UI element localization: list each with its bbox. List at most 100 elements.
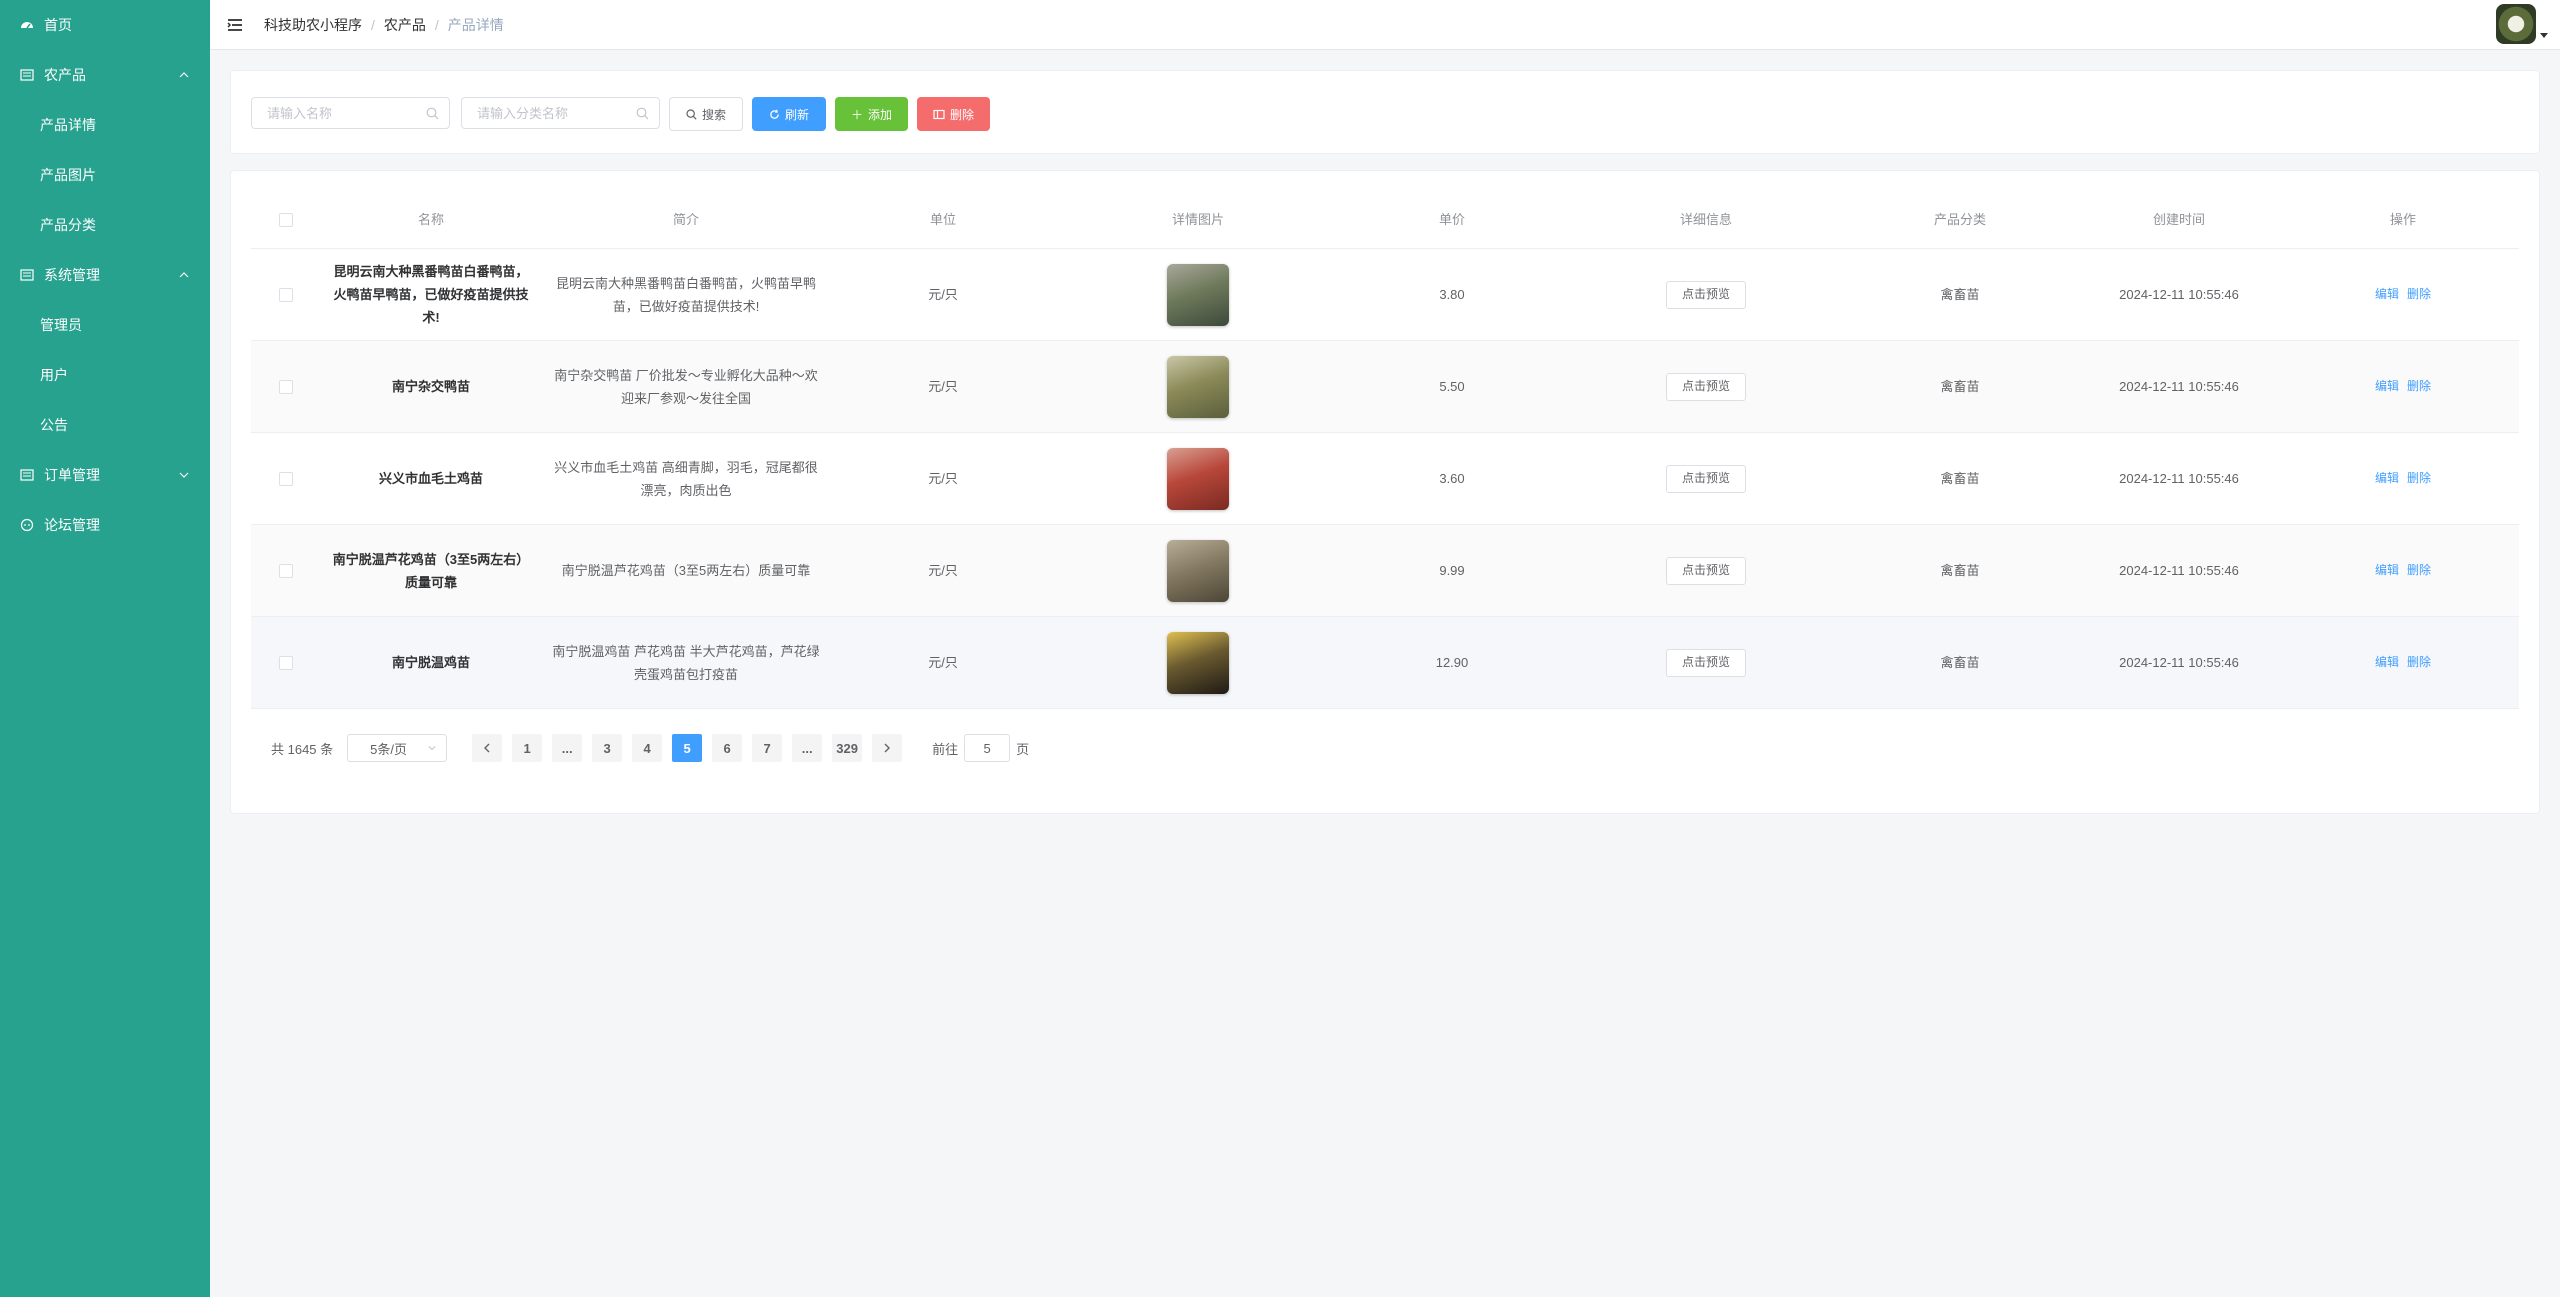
name-search-input[interactable] [252,98,417,128]
add-button[interactable]: ＋ 添加 [835,97,908,131]
sidebar-item-label: 论坛管理 [44,517,100,533]
delete-link[interactable]: 删除 [2407,283,2431,306]
table-row[interactable]: 昆明云南大种黑番鸭苗白番鸭苗，火鸭苗早鸭苗，已做好疫苗提供技术! 昆明云南大种黑… [251,249,2519,341]
breadcrumb-current: 产品详情 [447,16,504,33]
sidebar-item-agri-products[interactable]: 农产品 [0,50,210,100]
search-icon [686,108,697,120]
product-price: 5.50 [1439,379,1465,394]
detail-cell: 点击预览 [1563,648,1849,677]
product-unit: 元/只 [928,379,958,394]
page-button[interactable]: 6 [712,734,743,762]
sidebar-item-system-management[interactable]: 系统管理 [0,250,210,300]
list-icon [20,68,34,82]
table-row[interactable]: 兴义市血毛土鸡苗 兴义市血毛土鸡苗 高细青脚，羽毛，冠尾都很漂亮，肉质出色 元/… [251,433,2519,525]
edit-link[interactable]: 编辑 [2375,283,2399,306]
breadcrumb-separator: / [371,16,375,33]
breadcrumb-item[interactable]: 科技助农小程序 [264,15,362,35]
chevron-left-icon [484,743,490,753]
product-category: 禽畜苗 [1940,287,1980,302]
table-row[interactable]: 南宁脱温芦花鸡苗（3至5两左右）质量可靠 南宁脱温芦花鸡苗（3至5两左右）质量可… [251,525,2519,617]
edit-link[interactable]: 编辑 [2375,651,2399,674]
product-thumbnail[interactable] [1167,263,1229,326]
category-search-field[interactable] [461,97,660,129]
delete-link[interactable]: 删除 [2407,559,2431,582]
sidebar-item-order-management[interactable]: 订单管理 [0,450,210,500]
search-button[interactable]: 搜索 [669,97,743,131]
delete-link[interactable]: 删除 [2407,375,2431,398]
select-all-checkbox[interactable] [279,212,293,227]
preview-button[interactable]: 点击预览 [1665,556,1746,585]
page-ellipsis[interactable]: ... [792,734,823,762]
name-search-field[interactable] [251,97,450,129]
hamburger-icon[interactable] [226,16,244,34]
sidebar-item-product-details[interactable]: 产品详情 [0,100,210,150]
row-checkbox[interactable] [279,655,293,670]
sidebar-item-users[interactable]: 用户 [0,350,210,400]
product-intro: 兴义市血毛土鸡苗 高细青脚，羽毛，冠尾都很漂亮，肉质出色 [554,459,818,498]
sidebar-item-label: 订单管理 [44,467,100,483]
sidebar-item-product-categories[interactable]: 产品分类 [0,200,210,250]
delete-link[interactable]: 删除 [2407,467,2431,490]
preview-button[interactable]: 点击预览 [1665,648,1746,677]
page-button[interactable]: 4 [632,734,663,762]
delete-link[interactable]: 删除 [2407,651,2431,674]
created-time: 2024-12-11 10:55:46 [2119,563,2239,578]
product-thumbnail[interactable] [1167,539,1229,602]
page-size-select[interactable]: 5条/页 [347,734,448,762]
product-thumbnail[interactable] [1167,447,1229,510]
table-row[interactable]: 南宁脱温鸡苗 南宁脱温鸡苗 芦花鸡苗 半大芦花鸡苗，芦花绿壳蛋鸡苗包打疫苗 元/… [251,617,2519,709]
product-unit: 元/只 [928,471,958,486]
preview-button[interactable]: 点击预览 [1665,372,1746,401]
product-thumbnail[interactable] [1167,631,1229,694]
add-button-label: 添加 [868,107,893,122]
detail-cell: 点击预览 [1563,372,1849,401]
sidebar-item-announcements[interactable]: 公告 [0,400,210,450]
page-button[interactable]: 329 [832,734,863,762]
page-button[interactable]: 7 [752,734,783,762]
page-button[interactable]: 1 [512,734,543,762]
refresh-button[interactable]: 刷新 [752,97,826,131]
page-jumper: 前往 页 [932,734,1029,762]
next-page-button[interactable] [872,734,903,762]
dashboard-icon [20,18,34,32]
row-checkbox[interactable] [279,563,293,578]
category-search-input[interactable] [462,98,627,128]
preview-button[interactable]: 点击预览 [1665,280,1746,309]
product-intro: 昆明云南大种黑番鸭苗白番鸭苗，火鸭苗早鸭苗，已做好疫苗提供技术! [555,275,816,314]
table-row[interactable]: 南宁杂交鸭苗 南宁杂交鸭苗 厂价批发～专业孵化大品种～欢迎来厂参观～发往全国 元… [251,341,2519,433]
breadcrumb-item[interactable]: 农产品 [384,15,426,35]
edit-link[interactable]: 编辑 [2375,559,2399,582]
goto-page-input[interactable] [964,734,1011,762]
product-intro: 南宁脱温鸡苗 芦花鸡苗 半大芦花鸡苗，芦花绿壳蛋鸡苗包打疫苗 [552,643,820,682]
detail-cell: 点击预览 [1563,556,1849,585]
row-checkbox-cell [251,287,321,302]
sidebar-item-forum-management[interactable]: 论坛管理 [0,500,210,550]
created-time: 2024-12-11 10:55:46 [2119,379,2239,394]
sidebar-item-product-images[interactable]: 产品图片 [0,150,210,200]
pagination: 共 1645 条 5条/页 1 ... 3 4 5 6 7 ... 329 前往… [271,734,1029,762]
edit-link[interactable]: 编辑 [2375,375,2399,398]
edit-link[interactable]: 编辑 [2375,467,2399,490]
header-checkbox-cell [251,212,321,227]
row-checkbox[interactable] [279,287,293,302]
prev-page-button[interactable] [472,734,503,762]
sidebar-item-admins[interactable]: 管理员 [0,300,210,350]
page-ellipsis[interactable]: ... [552,734,583,762]
delete-button[interactable]: 删除 [917,97,990,131]
row-checkbox[interactable] [279,471,293,486]
page-button[interactable]: 3 [592,734,623,762]
search-button-label: 搜索 [701,107,726,122]
avatar[interactable] [2496,4,2536,44]
row-checkbox[interactable] [279,379,293,394]
user-menu[interactable] [2496,4,2548,44]
sidebar-item-home[interactable]: 首页 [0,0,210,50]
column-header: 产品分类 [1933,212,1986,227]
page-button-current[interactable]: 5 [672,734,703,762]
row-checkbox-cell [251,563,321,578]
preview-button[interactable]: 点击预览 [1665,464,1746,493]
column-header: 详细信息 [1679,212,1732,227]
product-table: 名称 简介 单位 详情图片 单价 详细信息 产品分类 创建时间 操作 昆明云南大… [251,191,2519,709]
product-image-cell [1055,631,1341,694]
breadcrumb: 科技助农小程序 / 农产品 / 产品详情 [264,15,504,35]
product-thumbnail[interactable] [1167,355,1229,418]
